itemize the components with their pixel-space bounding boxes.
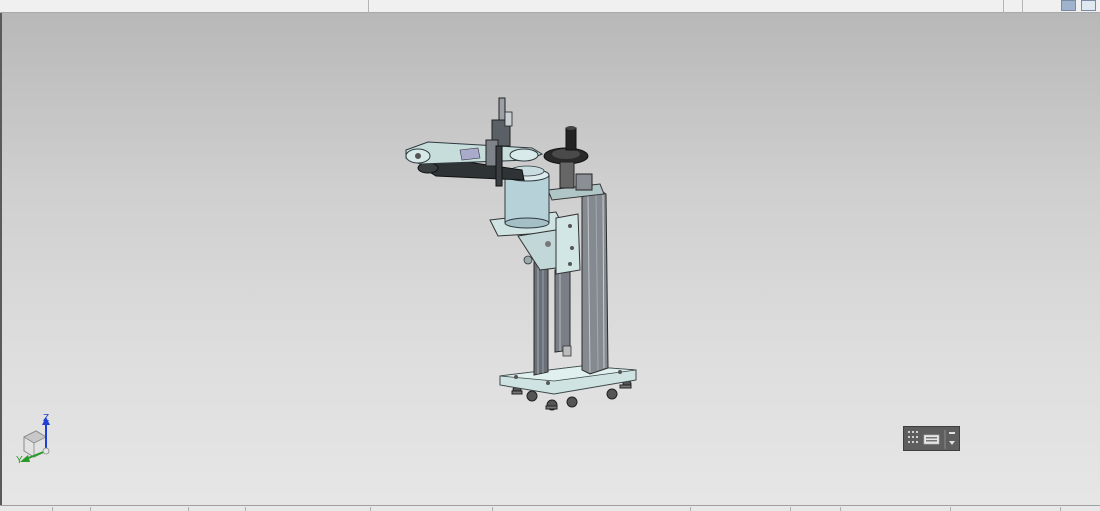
status-cell	[188, 507, 189, 511]
status-cell	[370, 507, 371, 511]
status-cell	[492, 507, 493, 511]
keyboard-icon[interactable]	[923, 434, 940, 445]
status-bar	[0, 505, 1100, 511]
keyboard-widget-icons	[908, 430, 955, 449]
handwheel	[543, 126, 593, 191]
status-cell	[52, 507, 53, 511]
arrow-icon[interactable]	[949, 432, 955, 445]
status-cell	[950, 507, 951, 511]
y-axis-label: Y	[16, 455, 23, 466]
status-cell	[840, 507, 841, 511]
arm-link-upper	[405, 141, 544, 165]
status-cell	[1060, 507, 1061, 511]
status-cell	[790, 507, 791, 511]
orientation-triad: Z Y	[14, 405, 64, 467]
status-cell	[245, 507, 246, 511]
z-axis-label: Z	[43, 413, 50, 424]
status-cell	[690, 507, 691, 511]
keyboard-widget[interactable]	[903, 426, 960, 451]
grid-icon[interactable]	[908, 431, 918, 443]
status-cell	[90, 507, 91, 511]
